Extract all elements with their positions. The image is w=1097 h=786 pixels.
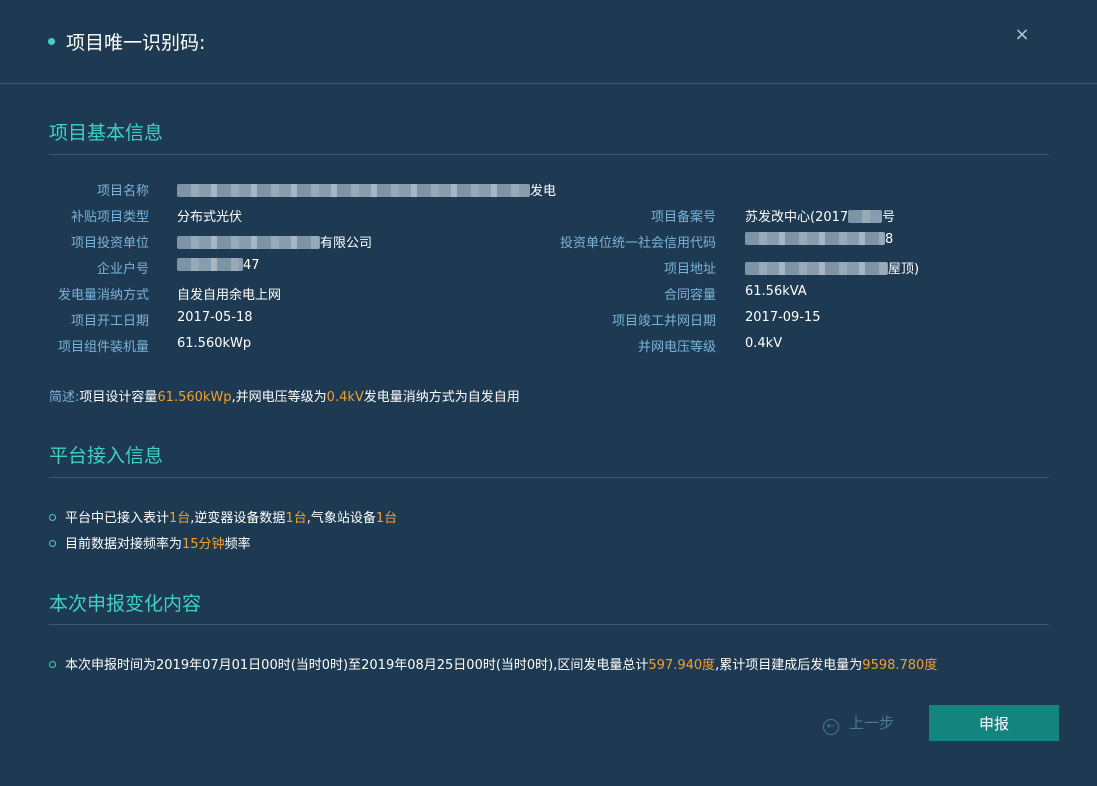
value-installed-capacity: 61.560kWp [177, 336, 252, 351]
section-title-basic: 项目基本信息 [49, 122, 164, 144]
label-voltage-level: 并网电压等级 [637, 340, 716, 355]
value-consumption-mode: 自发自用余电上网 [177, 288, 282, 303]
label-contract-capacity: 合同容量 [663, 288, 716, 303]
redacted-blur [177, 184, 530, 197]
label-filing-number: 项目备案号 [650, 210, 716, 225]
redacted-blur [745, 232, 885, 245]
redacted-blur [848, 210, 883, 223]
label-grid-date: 项目竣工并网日期 [611, 314, 716, 329]
project-summary: 简述:项目设计容量61.560kWp,并网电压等级为0.4kV发电量消纳方式为自… [49, 390, 520, 405]
redacted-blur [177, 236, 320, 249]
platform-devices-item: 平台中已接入表计1台,逆变器设备数据1台,气象站设备1台 [49, 507, 397, 526]
value-address: 屋顶) [745, 258, 919, 277]
label-start-date: 项目开工日期 [70, 314, 149, 329]
label-address: 项目地址 [663, 262, 716, 277]
previous-step-button[interactable]: ← 上一步 [823, 712, 894, 735]
value-start-date: 2017-05-18 [177, 310, 253, 325]
value-grid-date: 2017-09-15 [745, 310, 821, 325]
value-investor: 有限公司 [177, 232, 372, 251]
section-title-change: 本次申报变化内容 [49, 593, 202, 615]
previous-step-label: 上一步 [849, 714, 895, 732]
dialog-header: 项目唯一识别码: [0, 0, 1097, 84]
redacted-blur [177, 258, 243, 271]
label-project-name: 项目名称 [96, 184, 149, 199]
value-account-number: 47 [177, 258, 260, 273]
value-subsidy-type: 分布式光伏 [177, 210, 243, 225]
bullet-circle-icon [49, 540, 56, 547]
dialog-title: 项目唯一识别码: [66, 32, 206, 54]
label-account-number: 企业户号 [96, 262, 149, 277]
value-filing-number: 苏发改中心(2017 号 [745, 210, 896, 225]
bullet-circle-icon [49, 514, 56, 521]
title-dot-icon [48, 38, 55, 45]
section-title-platform: 平台接入信息 [49, 445, 164, 467]
bullet-circle-icon [49, 661, 56, 668]
value-voltage-level: 0.4kV [745, 336, 783, 351]
label-installed-capacity: 项目组件装机量 [57, 340, 149, 355]
redacted-blur [745, 262, 888, 275]
close-icon[interactable]: × [1012, 24, 1032, 46]
label-subsidy-type: 补贴项目类型 [70, 210, 149, 225]
arrow-left-icon: ← [823, 719, 839, 735]
platform-frequency-item: 目前数据对接频率为15分钟频率 [49, 533, 251, 552]
value-project-name: 发电 [177, 180, 556, 199]
label-investor: 项目投资单位 [70, 236, 149, 251]
change-content-item: 本次申报时间为2019年07月01日00时(当时0时)至2019年08月25日0… [49, 654, 937, 673]
section-divider [49, 154, 1049, 155]
value-contract-capacity: 61.56kVA [745, 284, 807, 299]
value-credit-code: 8 [745, 232, 893, 247]
submit-button[interactable]: 申报 [929, 705, 1059, 741]
section-divider [49, 624, 1049, 625]
label-consumption-mode: 发电量消纳方式 [57, 288, 149, 303]
section-divider [49, 477, 1049, 478]
label-credit-code: 投资单位统一社会信用代码 [559, 236, 716, 251]
